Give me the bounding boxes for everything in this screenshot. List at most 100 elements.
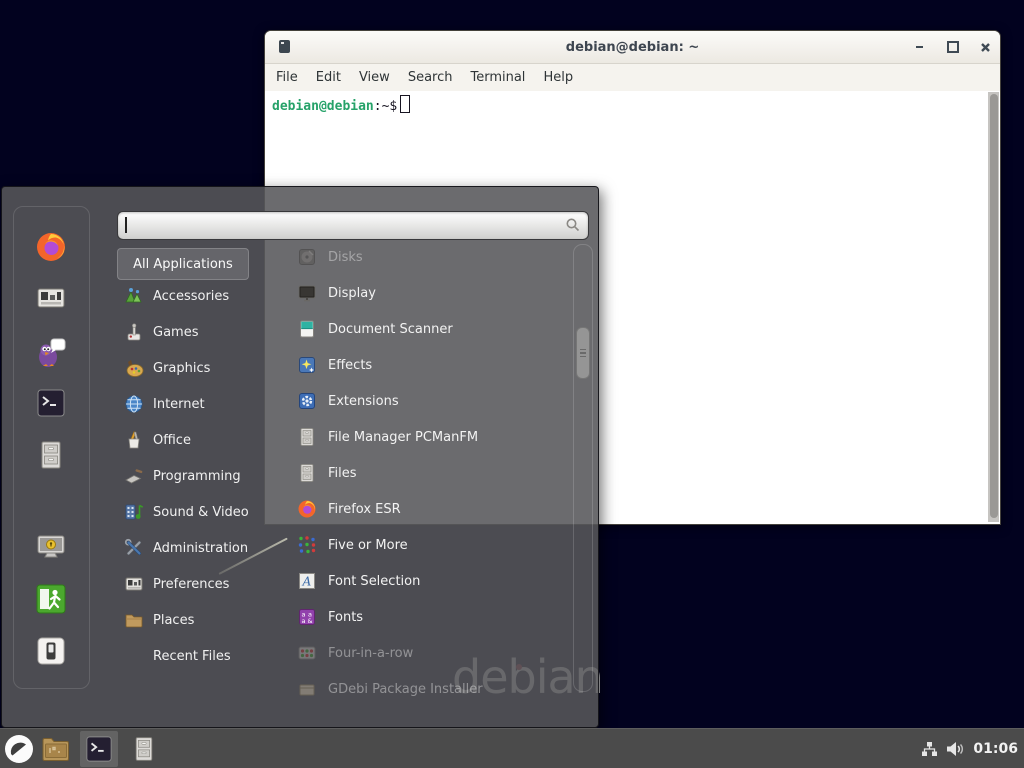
favorite-firefox[interactable] (35, 231, 67, 263)
desktop: debian debian@debian: ~ File Edit View S… (0, 0, 1024, 768)
category-label: Administration (153, 541, 248, 556)
app-effects[interactable]: Effects (285, 347, 571, 383)
prompt-path: :~$ (374, 99, 397, 114)
shut-down-icon (36, 636, 66, 666)
menu-help[interactable]: Help (534, 70, 582, 85)
favorite-preferences[interactable] (36, 283, 66, 313)
app-label: File Manager PCManFM (328, 430, 478, 445)
category-administration[interactable]: Administration (117, 530, 283, 566)
app-four-in-a-row[interactable]: Four-in-a-row (285, 635, 571, 671)
firefox-icon (35, 231, 67, 263)
app-font-selection[interactable]: A Font Selection (285, 563, 571, 599)
category-label: Internet (153, 397, 205, 412)
lock-screen-button[interactable] (36, 532, 66, 562)
app-label: Disks (328, 250, 363, 265)
app-extensions[interactable]: Extensions (285, 383, 571, 419)
network-icon[interactable] (921, 741, 938, 757)
svg-text:A: A (302, 575, 312, 589)
app-gdebi-package-installer[interactable]: GDebi Package Installer (285, 671, 571, 701)
log-out-icon (35, 583, 67, 615)
all-applications-button[interactable]: All Applications (117, 248, 249, 280)
menu-button[interactable] (0, 731, 38, 767)
app-files[interactable]: Files (285, 455, 571, 491)
close-button[interactable] (977, 39, 993, 55)
terminal-menubar: File Edit View Search Terminal Help (265, 64, 1000, 91)
application-menu: All Applications Accessories Games Graph… (1, 186, 599, 728)
terminal-window-icon (279, 40, 290, 53)
app-file-manager-pcmanfm[interactable]: File Manager PCManFM (285, 419, 571, 455)
category-office[interactable]: Office (117, 422, 283, 458)
search-input[interactable] (117, 211, 589, 240)
category-list: Accessories Games Graphics Internet Offi… (117, 278, 283, 674)
lock-screen-icon (36, 532, 66, 562)
menu-terminal[interactable]: Terminal (461, 70, 534, 85)
category-recent-files[interactable]: Recent Files (117, 638, 283, 674)
terminal-titlebar[interactable]: debian@debian: ~ (265, 31, 1000, 64)
category-accessories[interactable]: Accessories (117, 278, 283, 314)
svg-text:&: & (307, 617, 312, 625)
pidgin-icon (35, 336, 67, 368)
taskbar: 01:06 (0, 728, 1024, 768)
category-preferences[interactable]: Preferences (117, 566, 283, 602)
menu-edit[interactable]: Edit (307, 70, 350, 85)
category-label: Preferences (153, 577, 229, 592)
menu-file[interactable]: File (267, 70, 307, 85)
app-list-scrollbar[interactable] (573, 244, 593, 692)
app-label: Display (328, 286, 376, 301)
accessories-icon (124, 286, 144, 306)
category-label: Games (153, 325, 198, 340)
app-firefox-esr[interactable]: Firefox ESR (285, 491, 571, 527)
category-internet[interactable]: Internet (117, 386, 283, 422)
all-applications-label: All Applications (133, 257, 233, 272)
terminal-scrollbar[interactable] (988, 92, 999, 522)
shut-down-button[interactable] (36, 636, 66, 666)
file-cabinet-launcher[interactable] (124, 731, 164, 767)
file-cabinet-icon (36, 440, 66, 470)
taskbar-launchers (0, 729, 164, 768)
menu-search[interactable]: Search (399, 70, 462, 85)
category-sound-video[interactable]: Sound & Video (117, 494, 283, 530)
app-display[interactable]: Display (285, 275, 571, 311)
menu-view[interactable]: View (350, 70, 399, 85)
category-games[interactable]: Games (117, 314, 283, 350)
file-cabinet-icon (297, 427, 317, 447)
category-graphics[interactable]: Graphics (117, 350, 283, 386)
extensions-icon (297, 391, 317, 411)
category-places[interactable]: Places (117, 602, 283, 638)
app-five-or-more[interactable]: Five or More (285, 527, 571, 563)
volume-icon[interactable] (946, 741, 965, 757)
games-icon (124, 322, 144, 342)
administration-icon (124, 538, 144, 558)
terminal-scrollbar-thumb[interactable] (990, 94, 998, 518)
log-out-button[interactable] (35, 583, 67, 615)
terminal-task-button[interactable] (80, 731, 118, 767)
app-label: Five or More (328, 538, 408, 553)
maximize-icon (947, 41, 959, 53)
clock[interactable]: 01:06 (973, 741, 1018, 757)
document-scanner-icon (297, 319, 317, 339)
gdebi-icon (297, 679, 317, 699)
menu-logo-icon (4, 734, 34, 764)
favorite-file-manager[interactable] (36, 440, 66, 470)
minimize-button[interactable] (911, 39, 927, 55)
category-programming[interactable]: Programming (117, 458, 283, 494)
programming-icon (124, 466, 144, 486)
maximize-button[interactable] (945, 39, 961, 55)
file-manager-launcher[interactable] (38, 731, 74, 767)
app-label: Extensions (328, 394, 399, 409)
app-document-scanner[interactable]: Document Scanner (285, 311, 571, 347)
category-label: Programming (153, 469, 241, 484)
application-list: Disks Display Document Scanner Effects E… (285, 239, 571, 701)
office-icon (124, 430, 144, 450)
favorite-terminal[interactable] (36, 388, 66, 418)
prompt-user-host: debian@debian (272, 99, 374, 114)
favorite-pidgin[interactable] (35, 336, 67, 368)
app-label: Effects (328, 358, 372, 373)
app-disks[interactable]: Disks (285, 239, 571, 275)
fonts-icon: aaa& (297, 607, 317, 627)
app-list-scrollbar-thumb[interactable] (576, 327, 590, 379)
app-fonts[interactable]: aaa& Fonts (285, 599, 571, 635)
category-label: Graphics (153, 361, 210, 376)
four-in-a-row-icon (297, 643, 317, 663)
effects-icon (297, 355, 317, 375)
